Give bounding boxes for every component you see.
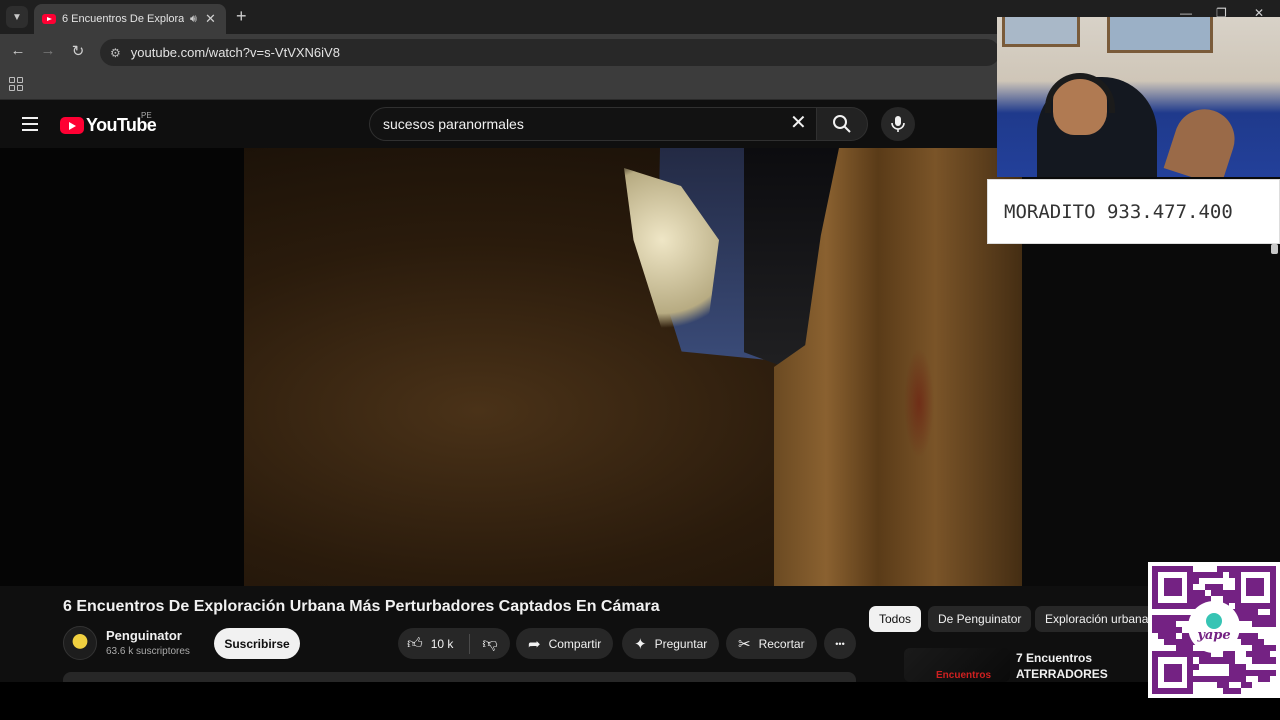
like-count: 10 k	[430, 636, 454, 651]
screen: ▼ 6 Encuentros De Exploración Urbana Más…	[0, 0, 1280, 720]
youtube-play-icon	[60, 117, 84, 134]
chevron-down-icon: ▼	[12, 11, 22, 23]
youtube-favicon-icon	[42, 14, 56, 24]
yape-dot-icon	[1206, 612, 1222, 629]
ask-label: Preguntar	[654, 636, 708, 651]
yape-logo-text: yape	[1197, 627, 1231, 643]
chip-from-channel[interactable]: De Penguinator	[928, 606, 1032, 632]
close-tab-icon[interactable]: ✕	[205, 11, 216, 27]
related-video-thumbnail[interactable]: Encuentros	[904, 648, 1010, 682]
ask-button[interactable]: ✦ Preguntar	[622, 628, 720, 659]
search-input[interactable]	[383, 116, 773, 132]
speaker-icon[interactable]: 🔊︎	[190, 13, 197, 26]
forward-arrow-icon[interactable]: →	[38, 42, 58, 59]
back-arrow-icon[interactable]: ←	[8, 42, 28, 59]
yape-logo: yape	[1188, 601, 1240, 653]
reload-icon[interactable]: ↻	[68, 42, 88, 60]
thumbnail-text: Encuentros	[936, 670, 992, 681]
related-video-title[interactable]: 7 Encuentros ATERRADORES Captados En BOS…	[1016, 650, 1156, 684]
browser-tab-active[interactable]: 6 Encuentros De Exploración Urbana Más P…	[34, 4, 226, 34]
chip-urban-exploration[interactable]: Exploración urbana	[1035, 606, 1159, 632]
share-icon: ➦	[528, 635, 541, 653]
more-icon: •••	[835, 638, 845, 649]
search-button[interactable]	[816, 107, 868, 141]
url-text: youtube.com/watch?v=s-VtVXN6iV8	[130, 45, 340, 60]
donation-text: MORADITO 933.477.400	[1004, 200, 1233, 223]
search-box	[369, 107, 816, 141]
cam-picture-frame	[1002, 17, 1080, 47]
channel-avatar[interactable]	[63, 626, 97, 660]
tab-search-button[interactable]: ▼	[6, 6, 28, 28]
video-stain-shape	[904, 348, 934, 458]
cam-picture-frame	[1107, 17, 1213, 53]
cam-leg-shape	[1163, 101, 1243, 177]
like-button[interactable]: 👍︎ 10 k	[398, 633, 470, 654]
country-code: PE	[141, 111, 152, 120]
clear-search-icon[interactable]: ✕	[790, 112, 807, 134]
address-bar[interactable]: ⚙ youtube.com/watch?v=s-VtVXN6iV8	[100, 39, 1000, 66]
subscribe-button[interactable]: Suscribirse	[214, 628, 300, 659]
video-frame	[244, 148, 1034, 586]
share-button[interactable]: ➦ Compartir	[516, 628, 614, 659]
clip-label: Recortar	[758, 636, 805, 651]
sparkle-icon: ✦	[634, 635, 647, 653]
channel-name[interactable]: Penguinator	[106, 628, 182, 643]
screen-bottom-strip	[0, 682, 1280, 720]
dislike-button[interactable]: 👎︎	[470, 635, 510, 653]
description-box[interactable]	[63, 672, 856, 682]
tune-icon[interactable]: ⚙	[110, 46, 121, 60]
donation-banner: MORADITO 933.477.400	[987, 179, 1280, 244]
microphone-icon	[891, 116, 905, 132]
clip-button[interactable]: ✂ Recortar	[726, 628, 817, 659]
thumbs-up-icon: 👍︎	[407, 634, 423, 652]
chip-all[interactable]: Todos	[869, 606, 922, 632]
microphone-button[interactable]	[881, 107, 915, 141]
scissors-icon: ✂	[738, 635, 751, 653]
tab-title: 6 Encuentros De Exploración Urbana Más P…	[62, 13, 184, 25]
scrollbar-thumb[interactable]	[1271, 244, 1278, 254]
apps-icon[interactable]	[9, 77, 23, 91]
more-actions-button[interactable]: •••	[824, 628, 856, 659]
youtube-logo[interactable]: YouTube PE	[60, 111, 157, 136]
plus-icon: +	[236, 6, 247, 26]
like-dislike-group: 👍︎ 10 k 👎︎	[398, 628, 510, 659]
share-label: Compartir	[548, 636, 602, 651]
new-tab-button[interactable]: +	[236, 6, 247, 26]
hamburger-icon[interactable]	[22, 117, 38, 131]
subscriber-count: 63.6 k suscriptores	[106, 646, 190, 657]
thumbs-down-icon: 👎︎	[482, 634, 498, 652]
search-icon	[833, 115, 851, 133]
webcam-overlay	[997, 17, 1280, 177]
video-title: 6 Encuentros De Exploración Urbana Más P…	[63, 598, 660, 615]
